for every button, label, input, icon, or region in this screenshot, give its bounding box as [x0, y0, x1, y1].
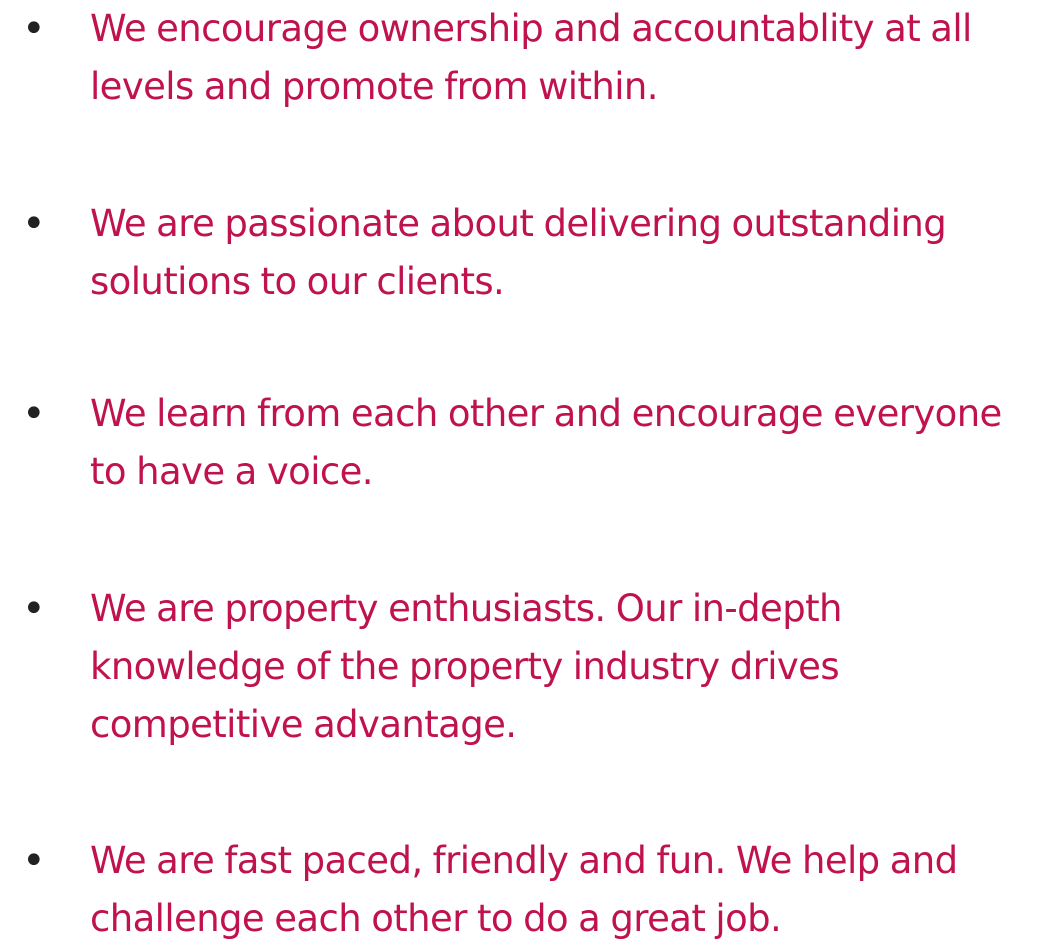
list-item: • We encourage ownership and accountabli… [0, 0, 1045, 120]
bullet-icon: • [22, 6, 46, 52]
list-item: • We are passionate about delivering out… [0, 195, 1045, 315]
list-item: • We are fast paced, friendly and fun. W… [0, 832, 1045, 952]
bullet-icon: • [22, 391, 46, 437]
bullet-icon: • [22, 838, 46, 884]
list-item-text: We are property enthusiasts. Our in-dept… [90, 587, 842, 746]
values-list: • We encourage ownership and accountabli… [0, 0, 1045, 948]
list-item: • We are property enthusiasts. Our in-de… [0, 580, 1045, 746]
bullet-icon: • [22, 201, 46, 247]
bullet-icon: • [22, 586, 46, 632]
list-item-text: We are passionate about delivering outst… [90, 202, 947, 303]
list-item-text: We encourage ownership and accountablity… [90, 7, 972, 108]
list-item-text: We are fast paced, friendly and fun. We … [90, 839, 958, 940]
list-item: • We learn from each other and encourage… [0, 385, 1045, 505]
list-item-text: We learn from each other and encourage e… [90, 392, 1002, 493]
